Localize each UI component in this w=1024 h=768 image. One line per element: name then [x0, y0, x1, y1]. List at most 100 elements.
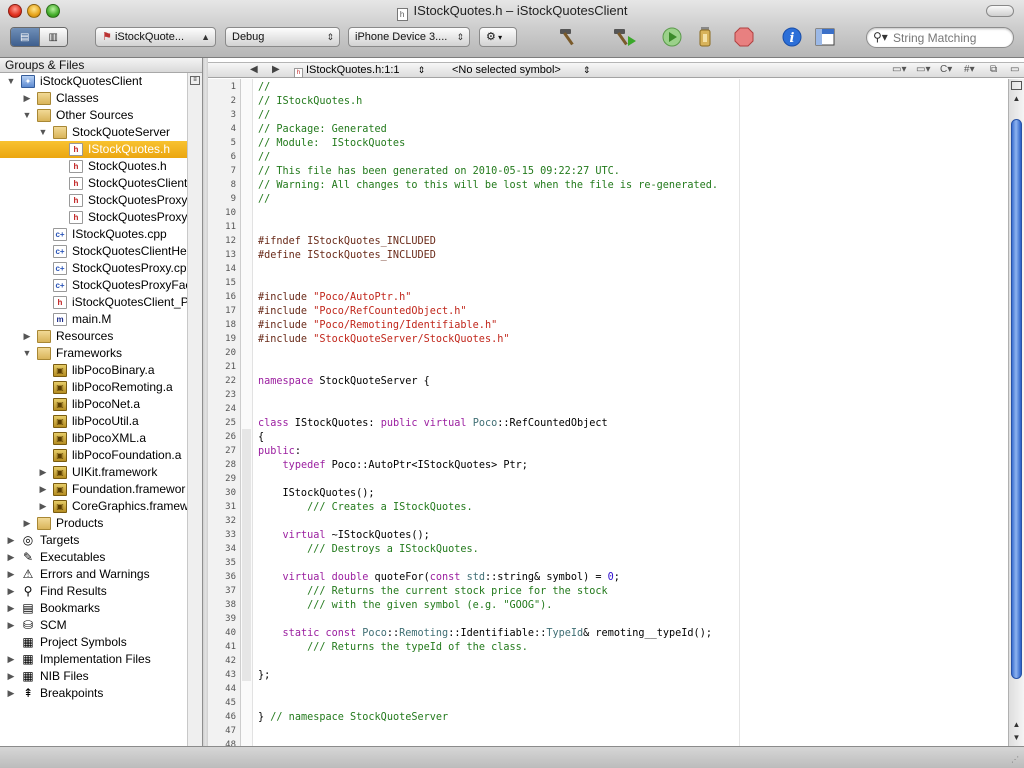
sidebar-item[interactable]: ▣ libPocoFoundation.a: [0, 447, 188, 464]
info-icon[interactable]: i: [779, 25, 805, 49]
code-line[interactable]: } // namespace StockQuoteServer: [258, 711, 448, 725]
disclosure-closed-icon[interactable]: ▶: [6, 532, 16, 549]
code-line[interactable]: /// with the given symbol (e.g. "GOOG").: [258, 599, 552, 613]
code-line[interactable]: #include "StockQuoteServer/StockQuotes.h…: [258, 333, 509, 347]
search-field[interactable]: ⚲▾ String Matching: [866, 27, 1014, 48]
page-view-segmented-control[interactable]: ▤ ▥: [10, 27, 68, 47]
symbol-popup[interactable]: <No selected symbol> ⇕: [452, 63, 590, 77]
code-line[interactable]: #ifndef IStockQuotes_INCLUDED: [258, 235, 436, 249]
disclosure-closed-icon[interactable]: ▶: [38, 498, 48, 515]
sidebar-item[interactable]: c+ StockQuotesProxy.cpp: [0, 260, 188, 277]
code-line[interactable]: #include "Poco/Remoting/Identifiable.h": [258, 319, 497, 333]
sidebar-item[interactable]: h StockQuotesProxy.: [0, 192, 188, 209]
disclosure-closed-icon[interactable]: ▶: [38, 464, 48, 481]
fold-region-marker[interactable]: [242, 429, 251, 681]
code-line[interactable]: class IStockQuotes: public virtual Poco:…: [258, 417, 608, 431]
sidebar-item[interactable]: ▶ ⚠ Errors and Warnings: [0, 566, 188, 583]
build-and-go-icon[interactable]: [612, 25, 638, 49]
sidebar-item[interactable]: ▶ Classes: [0, 90, 188, 107]
sidebar-item[interactable]: m main.M: [0, 311, 188, 328]
sidebar-options-icon[interactable]: ≡: [190, 76, 200, 85]
editor-toggle-icon[interactable]: [812, 25, 838, 49]
stop-icon[interactable]: [731, 25, 757, 49]
sidebar-item[interactable]: ▶ ▣ Foundation.framewor: [0, 481, 188, 498]
disclosure-closed-icon[interactable]: ▶: [6, 668, 16, 685]
code-line[interactable]: };: [258, 669, 270, 683]
disclosure-open-icon[interactable]: ▼: [38, 124, 48, 141]
sidebar-item[interactable]: ▣ libPocoRemoting.a: [0, 379, 188, 396]
code-line[interactable]: namespace StockQuoteServer {: [258, 375, 430, 389]
active-sdk-popup[interactable]: iPhone Device 3.... ⇕: [348, 27, 470, 47]
action-menu-button[interactable]: ⚙ ▾: [479, 27, 517, 47]
counterpart-icon[interactable]: ⧉: [990, 63, 997, 77]
code-line[interactable]: static const Poco::Remoting::Identifiabl…: [258, 627, 712, 641]
sidebar-item[interactable]: ▶ Resources: [0, 328, 188, 345]
disclosure-open-icon[interactable]: ▼: [22, 107, 32, 124]
sidebar-item[interactable]: ▶ ◎ Targets: [0, 532, 188, 549]
sidebar-item[interactable]: h iStockQuotesClient_Pr: [0, 294, 188, 311]
code-line[interactable]: #include "Poco/AutoPtr.h": [258, 291, 411, 305]
code-line[interactable]: // Module: IStockQuotes: [258, 137, 405, 151]
tasks-icon[interactable]: [692, 25, 718, 49]
code-line[interactable]: // IStockQuotes.h: [258, 95, 362, 109]
disclosure-closed-icon[interactable]: ▶: [6, 617, 16, 634]
sidebar-item[interactable]: ▶ ⇞ Breakpoints: [0, 685, 188, 702]
sidebar-item[interactable]: h StockQuotesProxyF: [0, 209, 188, 226]
code-line[interactable]: public:: [258, 445, 301, 459]
disclosure-closed-icon[interactable]: ▶: [6, 566, 16, 583]
sidebar-item[interactable]: ▶ ▣ UIKit.framework: [0, 464, 188, 481]
disclosure-closed-icon[interactable]: ▶: [6, 549, 16, 566]
sidebar-item[interactable]: ▼ Other Sources: [0, 107, 188, 124]
go-back-button[interactable]: ◀: [250, 63, 258, 77]
split-view-handle[interactable]: [1011, 81, 1022, 90]
scroll-down-arrow-icon[interactable]: ▼: [1011, 732, 1022, 743]
disclosure-closed-icon[interactable]: ▶: [6, 600, 16, 617]
sidebar-item[interactable]: ▶ ▦ NIB Files: [0, 668, 188, 685]
disclosure-closed-icon[interactable]: ▶: [22, 515, 32, 532]
go-forward-button[interactable]: ▶: [272, 63, 280, 77]
sidebar-item[interactable]: ▼ Frameworks: [0, 345, 188, 362]
scroll-up-arrow-icon[interactable]: ▲: [1011, 93, 1022, 104]
disclosure-closed-icon[interactable]: ▶: [6, 651, 16, 668]
code-line[interactable]: /// Destroys a IStockQuotes.: [258, 543, 479, 557]
code-line[interactable]: typedef Poco::AutoPtr<IStockQuotes> Ptr;: [258, 459, 528, 473]
includes-popup[interactable]: #▾: [964, 63, 975, 77]
disclosure-open-icon[interactable]: ▼: [22, 345, 32, 362]
sidebar-item[interactable]: ▶ ▣ CoreGraphics.framew: [0, 498, 188, 515]
code-line[interactable]: // This file has been generated on 2010-…: [258, 165, 620, 179]
sidebar-item[interactable]: ▣ libPocoXML.a: [0, 430, 188, 447]
sidebar-item[interactable]: h StockQuotesClient: [0, 175, 188, 192]
sidebar-item[interactable]: ▶ Products: [0, 515, 188, 532]
disclosure-closed-icon[interactable]: ▶: [6, 583, 16, 600]
code-text-area[interactable]: // // IStockQuotes.h // // Package: Generat…: [258, 79, 1003, 746]
code-line[interactable]: /// Returns the current stock price for …: [258, 585, 608, 599]
hammer-icon[interactable]: [556, 25, 582, 49]
code-line[interactable]: virtual ~IStockQuotes();: [258, 529, 430, 543]
code-line[interactable]: //: [258, 109, 270, 123]
run-icon[interactable]: [659, 25, 685, 49]
list-view-icon[interactable]: ▤: [11, 28, 39, 46]
scroll-up-arrow-icon[interactable]: ▲: [1011, 719, 1022, 730]
code-line[interactable]: #include "Poco/RefCountedObject.h": [258, 305, 467, 319]
code-line[interactable]: //: [258, 193, 270, 207]
sidebar-item[interactable]: ▶ ⛁ SCM: [0, 617, 188, 634]
detail-view-icon[interactable]: ▥: [38, 28, 67, 46]
sidebar-header[interactable]: Groups & Files: [0, 58, 202, 73]
code-folding-ribbon[interactable]: [241, 79, 253, 746]
sidebar-item[interactable]: ▶ ⚲ Find Results: [0, 583, 188, 600]
disclosure-open-icon[interactable]: ▼: [6, 73, 16, 90]
code-line[interactable]: // Warning: All changes to this will be …: [258, 179, 718, 193]
vertical-scrollbar[interactable]: ▲ ▲ ▼: [1008, 79, 1024, 746]
sidebar-item[interactable]: h IStockQuotes.h: [0, 141, 188, 158]
code-line[interactable]: virtual double quoteFor(const std::strin…: [258, 571, 620, 585]
code-line[interactable]: #define IStockQuotes_INCLUDED: [258, 249, 436, 263]
disclosure-closed-icon[interactable]: ▶: [6, 685, 16, 702]
split-editor-icon[interactable]: ▭: [1010, 63, 1019, 77]
sidebar-item[interactable]: ▣ libPocoUtil.a: [0, 413, 188, 430]
code-line[interactable]: IStockQuotes();: [258, 487, 375, 501]
sidebar-item[interactable]: ▶ ▤ Bookmarks: [0, 600, 188, 617]
code-line[interactable]: /// Returns the typeId of the class.: [258, 641, 528, 655]
code-line[interactable]: /// Creates a IStockQuotes.: [258, 501, 473, 515]
bookmarks-popup-icon[interactable]: ▭▾: [892, 63, 906, 77]
active-configuration-popup[interactable]: Debug ⇕: [225, 27, 340, 47]
